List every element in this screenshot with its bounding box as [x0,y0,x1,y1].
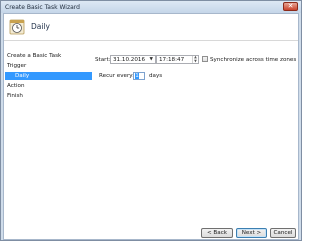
page-title: Daily [31,22,50,31]
wizard-header: Daily [4,14,298,41]
window-title: Create Basic Task Wizard [5,4,80,11]
recur-value: 1 [135,73,139,79]
title-bar[interactable]: Create Basic Task Wizard ✕ [1,1,301,13]
step-finish[interactable]: Finish [7,92,23,100]
recur-label: Recur every: [99,73,135,79]
wizard-content: Daily Create a Basic Task Trigger Daily … [3,13,299,240]
close-icon: ✕ [287,2,294,10]
start-date-picker[interactable]: 31.10.2016 ▼ [110,55,156,64]
sync-timezones-label: Synchronize across time zones [210,57,297,63]
spin-down-icon[interactable]: ▼ [193,59,198,64]
next-button[interactable]: Next > [236,228,267,238]
close-button[interactable]: ✕ [283,2,298,11]
wizard-window: Create Basic Task Wizard ✕ Daily Create … [0,0,302,241]
start-label: Start: [95,57,111,63]
time-spinner[interactable]: ▲ ▼ [192,55,198,64]
step-action[interactable]: Action [7,82,25,90]
start-date-value: 31.10.2016 [113,57,146,63]
start-time-field[interactable]: 17:18:47 ▲ ▼ [156,55,199,64]
step-trigger[interactable]: Trigger [7,62,26,70]
recur-unit-label: days [149,73,163,79]
start-time-value: 17:18:47 [159,57,185,63]
sync-timezones-checkbox[interactable] [202,56,208,62]
chevron-down-icon[interactable]: ▼ [150,57,153,62]
cancel-button[interactable]: Cancel [270,228,296,238]
recur-input[interactable]: 1 [133,72,145,80]
step-daily[interactable]: Daily [5,72,92,80]
step-create-basic-task[interactable]: Create a Basic Task [7,52,61,60]
task-scheduler-icon [9,19,25,35]
back-button[interactable]: < Back [201,228,233,238]
